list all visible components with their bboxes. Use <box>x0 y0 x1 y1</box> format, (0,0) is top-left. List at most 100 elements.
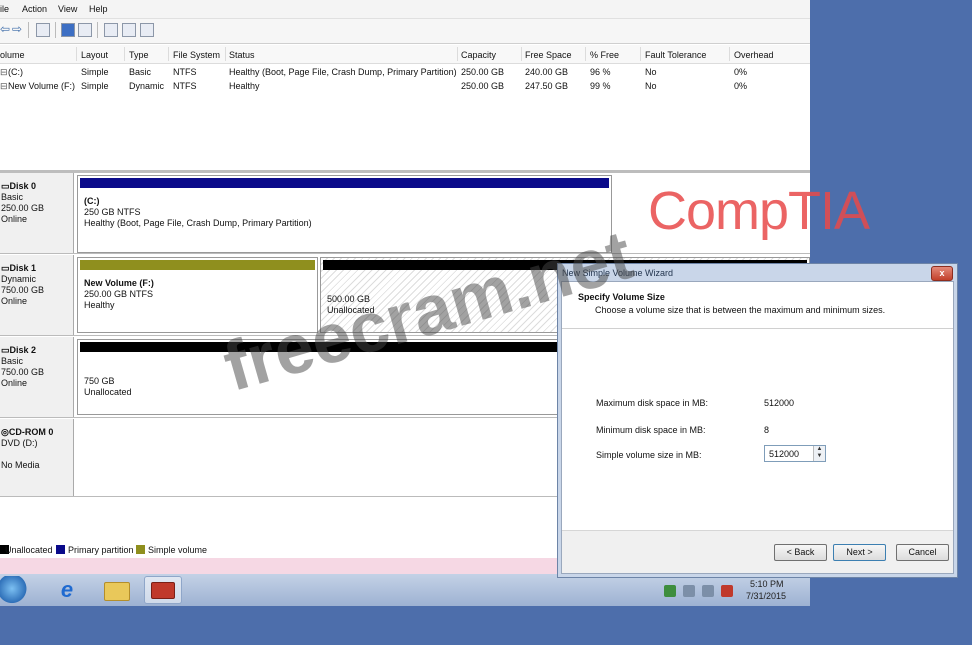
cell-free-space: 247.50 GB <box>525 81 569 91</box>
volume-list-header: olume Layout Type File System Status Cap… <box>0 45 810 64</box>
comptia-logo: CompTIA <box>648 181 870 241</box>
start-button[interactable] <box>0 576 30 604</box>
cell-percent-free: 96 % <box>590 67 611 77</box>
cell-overhead: 0% <box>734 81 748 91</box>
cdrom-icon: ◎ <box>1 427 9 437</box>
wizard-footer: < Back Next > Cancel <box>562 530 953 573</box>
drive-icon: ⊟ <box>0 81 8 91</box>
cell-file-system: NTFS <box>173 81 197 91</box>
col-free-space[interactable]: Free Space <box>525 50 572 60</box>
taskbar: e 5:10 PM 7/31/2015 <box>0 574 810 606</box>
cell-overhead: 0% <box>734 67 748 77</box>
cell-capacity: 250.00 GB <box>461 81 505 91</box>
legend-unallocated: Unallocated <box>5 545 53 555</box>
min-size-value: 8 <box>764 425 770 435</box>
min-size-label: Minimum disk space in MB: <box>596 425 706 435</box>
col-type[interactable]: Type <box>129 50 149 60</box>
spin-down-icon[interactable]: ▼ <box>814 453 825 460</box>
disk-name: Disk 0 <box>9 181 37 191</box>
col-fault-tolerance[interactable]: Fault Tolerance <box>645 50 706 60</box>
disk-icon: ▭ <box>1 345 10 355</box>
menu-bar: ile Action View Help <box>0 0 810 19</box>
menu-action[interactable]: Action <box>22 4 47 14</box>
partition-size: 250.00 GB NTFS <box>84 289 154 299</box>
computer-management-icon[interactable] <box>144 576 182 604</box>
disk-0-label[interactable]: ▭Disk 0 Basic 250.00 GB Online <box>0 173 74 253</box>
col-capacity[interactable]: Capacity <box>461 50 496 60</box>
partition-title: (C:) <box>84 196 100 206</box>
cell-type: Basic <box>129 67 152 77</box>
cell-layout: Simple <box>81 67 109 77</box>
cell-fault-tolerance: No <box>645 81 657 91</box>
internet-explorer-icon[interactable]: e <box>48 576 86 604</box>
cell-type: Dynamic <box>129 81 165 91</box>
toolbar: ⇦ ⇨ <box>0 19 810 44</box>
table-row[interactable]: ⊟ New Volume (F:) Simple Dynamic NTFS He… <box>0 81 810 94</box>
legend-simple-volume: Simple volume <box>148 545 208 555</box>
partition-status: Unallocated <box>84 387 132 397</box>
cell-volume: New Volume (F:) <box>8 81 76 91</box>
cdrom-label[interactable]: ◎CD-ROM 0 DVD (D:) No Media <box>0 419 74 496</box>
disk-status: Online <box>1 296 28 306</box>
disk-type: Basic <box>1 356 24 366</box>
disk-size: 250.00 GB <box>1 203 45 213</box>
table-row[interactable]: ⊟ (C:) Simple Basic NTFS Healthy (Boot, … <box>0 67 810 80</box>
menu-file[interactable]: ile <box>0 4 9 14</box>
cell-volume: (C:) <box>8 67 23 77</box>
next-button[interactable]: Next > <box>833 544 886 561</box>
partition-size: 750 GB <box>84 376 115 386</box>
menu-help[interactable]: Help <box>89 4 108 14</box>
menu-view[interactable]: View <box>58 4 77 14</box>
legend-swatch-primary <box>56 545 65 554</box>
disk-2-label[interactable]: ▭Disk 2 Basic 750.00 GB Online <box>0 337 74 417</box>
console-tree-icon[interactable] <box>36 23 50 37</box>
col-percent-free[interactable]: % Free <box>590 50 619 60</box>
disk-name: Disk 2 <box>9 345 37 355</box>
clock-time[interactable]: 5:10 PM <box>750 579 784 589</box>
new-simple-volume-wizard: New Simple Volume Wizard x Specify Volum… <box>557 263 958 578</box>
cell-capacity: 250.00 GB <box>461 67 505 77</box>
clock-date[interactable]: 7/31/2015 <box>746 591 786 601</box>
action-center-icon[interactable] <box>664 585 676 597</box>
wizard-content: Specify Volume Size Choose a volume size… <box>561 281 954 574</box>
close-icon[interactable]: x <box>931 266 953 281</box>
disk-status: Online <box>1 214 28 224</box>
col-layout[interactable]: Layout <box>81 50 108 60</box>
rescan-icon[interactable] <box>140 23 154 37</box>
col-status[interactable]: Status <box>229 50 255 60</box>
simple-volume-bar <box>80 260 315 270</box>
disk-1-label[interactable]: ▭Disk 1 Dynamic 750.00 GB Online <box>0 255 74 335</box>
col-overhead[interactable]: Overhead <box>734 50 774 60</box>
volume-icon[interactable] <box>721 585 733 597</box>
volume-size-stepper[interactable]: 512000 ▲ ▼ <box>764 445 826 462</box>
network-icon[interactable] <box>683 585 695 597</box>
disk-status: Online <box>1 378 28 388</box>
col-file-system[interactable]: File System <box>173 50 220 60</box>
cell-status: Healthy <box>229 81 260 91</box>
file-explorer-icon[interactable] <box>98 576 136 604</box>
show-pane-icon[interactable] <box>78 23 92 37</box>
legend-swatch-simple <box>136 545 145 554</box>
disk-type: Basic <box>1 192 24 202</box>
back-button[interactable]: < Back <box>774 544 827 561</box>
wizard-subheading: Choose a volume size that is between the… <box>595 305 886 315</box>
disk-name: Disk 1 <box>9 263 37 273</box>
cell-fault-tolerance: No <box>645 67 657 77</box>
spin-up-icon[interactable]: ▲ <box>814 446 825 453</box>
cancel-button[interactable]: Cancel <box>896 544 949 561</box>
cell-file-system: NTFS <box>173 67 197 77</box>
help-icon[interactable] <box>61 23 75 37</box>
cell-free-space: 240.00 GB <box>525 67 569 77</box>
disk-icon: ▭ <box>1 181 10 191</box>
display-icon[interactable] <box>702 585 714 597</box>
volume-size-value[interactable]: 512000 <box>769 449 799 459</box>
partition-size: 250 GB NTFS <box>84 207 141 217</box>
volume-size-label: Simple volume size in MB: <box>596 450 702 460</box>
disk-icon: ▭ <box>1 263 10 273</box>
refresh-icon[interactable] <box>104 23 118 37</box>
properties-icon[interactable] <box>122 23 136 37</box>
forward-arrow-icon[interactable]: ⇨ <box>12 22 22 36</box>
back-arrow-icon[interactable]: ⇦ <box>0 22 10 36</box>
col-volume[interactable]: olume <box>0 50 25 60</box>
partition-title: New Volume (F:) <box>84 278 154 288</box>
